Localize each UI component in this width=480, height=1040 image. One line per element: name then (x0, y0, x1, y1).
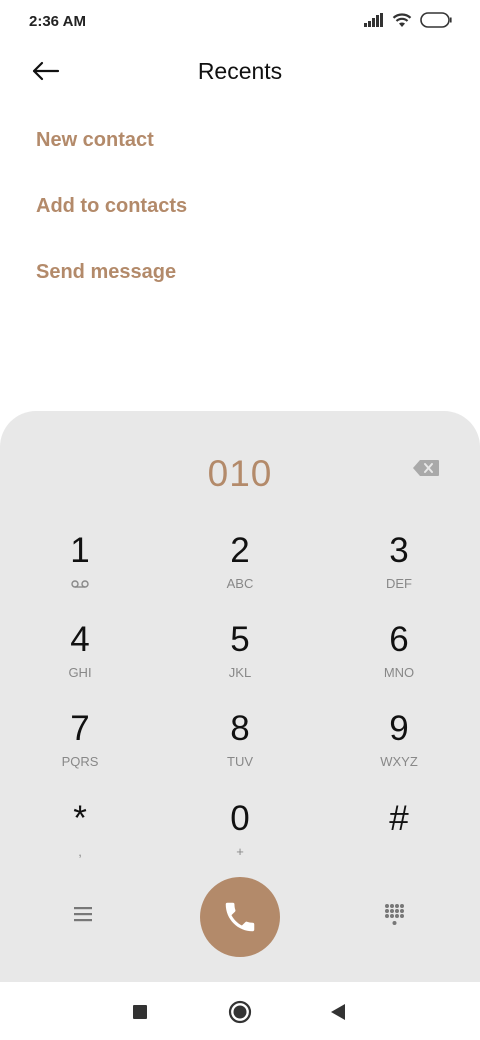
signal-icon (364, 13, 383, 27)
back-nav-button[interactable] (326, 1000, 350, 1024)
home-circle-icon (228, 1000, 252, 1024)
key-letters: PQRS (61, 754, 99, 769)
action-list: New contact Add to contacts Send message (36, 112, 187, 310)
menu-button[interactable] (72, 905, 98, 927)
dialpad-panel: 010 1 2 ABC 3 DEF 4 GHI 5 JKL 6 MNO 7 PQ… (0, 411, 480, 982)
key-letters: , (78, 844, 82, 859)
key-digit: 3 (389, 531, 409, 570)
system-nav-bar (0, 982, 480, 1040)
key-digit: 0 (230, 799, 250, 838)
home-nav-button[interactable] (228, 1000, 252, 1024)
key-letters: DEF (386, 576, 412, 591)
dialed-number: 010 (207, 453, 273, 494)
key-letters: + (236, 844, 244, 859)
backspace-icon (413, 460, 439, 476)
key-7[interactable]: 7 PQRS (20, 709, 140, 789)
new-contact-link[interactable]: New contact (36, 112, 187, 178)
key-digit: 1 (70, 531, 90, 570)
page-title: Recents (197, 58, 283, 84)
key-letters: GHI (68, 665, 92, 680)
key-3[interactable]: 3 DEF (339, 531, 459, 611)
key-digit: # (389, 799, 409, 838)
wifi-icon (392, 13, 412, 27)
recents-square-icon (133, 1005, 147, 1019)
key-star[interactable]: * , (20, 799, 140, 879)
key-digit: * (73, 799, 87, 838)
menu-icon (74, 907, 92, 922)
key-hash[interactable]: # (339, 799, 459, 879)
dialpad-icon (385, 904, 404, 925)
key-9[interactable]: 9 WXYZ (339, 709, 459, 789)
key-5[interactable]: 5 JKL (180, 620, 300, 700)
send-message-link[interactable]: Send message (36, 244, 187, 310)
status-bar: 2:36 AM (0, 0, 480, 44)
key-digit: 8 (230, 709, 250, 748)
phone-icon (225, 902, 255, 932)
back-triangle-icon (331, 1004, 345, 1020)
keypad-toggle-button[interactable] (384, 903, 406, 929)
call-button[interactable] (200, 877, 280, 957)
key-letters: MNO (383, 665, 415, 680)
key-0[interactable]: 0 + (180, 799, 300, 879)
key-6[interactable]: 6 MNO (339, 620, 459, 700)
key-letters (20, 575, 140, 594)
key-digit: 2 (230, 531, 250, 570)
key-2[interactable]: 2 ABC (180, 531, 300, 611)
key-digit: 6 (389, 620, 409, 659)
status-icons (364, 12, 452, 28)
add-to-contacts-link[interactable]: Add to contacts (36, 178, 187, 244)
key-1[interactable]: 1 (20, 531, 140, 611)
status-time: 2:36 AM (29, 13, 86, 30)
voicemail-icon (71, 580, 89, 588)
recents-nav-button[interactable] (128, 1000, 152, 1024)
backspace-button[interactable] (412, 459, 442, 479)
battery-icon (420, 12, 452, 28)
key-letters: JKL (228, 665, 252, 680)
key-letters: TUV (227, 754, 253, 769)
dialer-actions (0, 877, 480, 959)
key-digit: 9 (389, 709, 409, 748)
key-4[interactable]: 4 GHI (20, 620, 140, 700)
header: Recents (0, 44, 480, 100)
key-digit: 7 (70, 709, 90, 748)
key-letters: ABC (226, 576, 254, 591)
key-8[interactable]: 8 TUV (180, 709, 300, 789)
key-digit: 4 (70, 620, 90, 659)
key-letters: WXYZ (380, 754, 418, 769)
key-digit: 5 (230, 620, 250, 659)
